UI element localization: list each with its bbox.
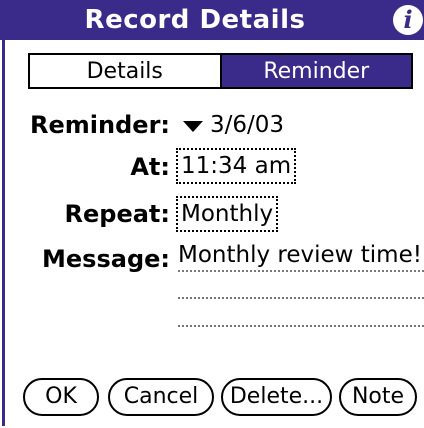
reminder-date-value[interactable]: 3/6/03 xyxy=(210,112,284,138)
message-line-1 xyxy=(178,270,424,272)
reminder-dropdown-arrow-icon[interactable] xyxy=(183,121,203,132)
dialog-title: Record Details xyxy=(84,5,306,35)
at-label: At: xyxy=(130,153,170,181)
message-line-3 xyxy=(178,325,424,327)
tab-details[interactable]: Details xyxy=(30,55,222,87)
info-icon[interactable]: i xyxy=(393,5,423,35)
at-time-field[interactable]: 11:34 am xyxy=(176,148,297,184)
message-field[interactable]: Monthly review time! xyxy=(178,242,422,268)
repeat-field[interactable]: Monthly xyxy=(176,196,279,232)
delete-button[interactable]: Delete... xyxy=(221,378,332,416)
repeat-label: Repeat: xyxy=(64,200,170,228)
message-line-2 xyxy=(178,297,424,299)
tab-reminder[interactable]: Reminder xyxy=(221,55,411,87)
message-label: Message: xyxy=(42,245,170,273)
title-bar: Record Details i xyxy=(0,0,424,40)
note-button[interactable]: Note xyxy=(339,378,417,416)
ok-button[interactable]: OK xyxy=(23,378,99,416)
tab-bar: Details Reminder xyxy=(28,53,413,89)
cancel-button[interactable]: Cancel xyxy=(108,378,214,416)
reminder-label: Reminder: xyxy=(30,111,170,139)
